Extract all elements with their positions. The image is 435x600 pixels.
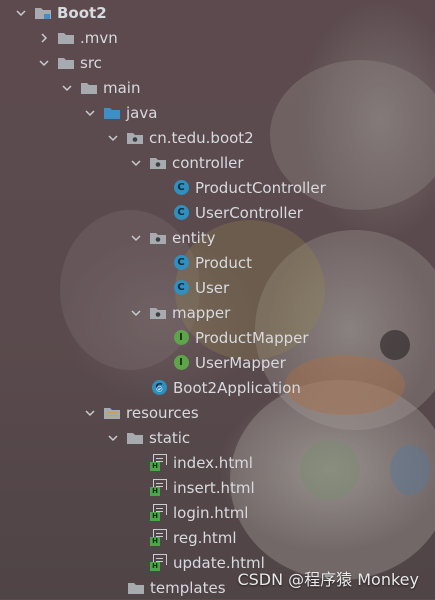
chevron-down-icon[interactable] bbox=[129, 306, 143, 320]
chevron-down-icon[interactable] bbox=[106, 131, 120, 145]
html-file-icon: H bbox=[150, 554, 168, 571]
chevron-down-icon[interactable] bbox=[129, 231, 143, 245]
tree-item-label: ProductController bbox=[195, 178, 326, 197]
tree-item-resources[interactable]: resources bbox=[0, 400, 435, 425]
tree-item-label: Boot2 bbox=[57, 3, 107, 22]
folder-icon bbox=[57, 30, 75, 46]
class-icon: C bbox=[172, 280, 190, 296]
tree-item-insert-html[interactable]: H insert.html bbox=[0, 475, 435, 500]
class-icon: C bbox=[172, 205, 190, 221]
tree-item-static[interactable]: static bbox=[0, 425, 435, 450]
tree-item-label: insert.html bbox=[173, 478, 255, 497]
folder-icon bbox=[127, 580, 145, 596]
project-tree: Boot2 .mvn src main java cn.tedu.boot2 c… bbox=[0, 0, 435, 599]
chevron-down-icon[interactable] bbox=[37, 56, 51, 70]
folder-icon bbox=[80, 80, 98, 96]
tree-item-label: cn.tedu.boot2 bbox=[149, 128, 254, 147]
chevron-down-icon[interactable] bbox=[83, 406, 97, 420]
module-folder-icon bbox=[34, 5, 52, 21]
folder-icon bbox=[126, 430, 144, 446]
package-icon bbox=[149, 305, 167, 321]
tree-item-product-mapper[interactable]: I ProductMapper bbox=[0, 325, 435, 350]
chevron-down-icon[interactable] bbox=[60, 81, 74, 95]
tree-item-label: UserMapper bbox=[195, 353, 286, 372]
tree-item-user[interactable]: C User bbox=[0, 275, 435, 300]
tree-item-java[interactable]: java bbox=[0, 100, 435, 125]
interface-icon: I bbox=[172, 330, 190, 346]
tree-item-label: java bbox=[126, 103, 158, 122]
tree-item-label: mapper bbox=[172, 303, 231, 322]
folder-icon bbox=[57, 55, 75, 71]
tree-item-label: login.html bbox=[173, 503, 249, 522]
tree-item-label: src bbox=[80, 53, 102, 72]
tree-item-label: .mvn bbox=[80, 28, 118, 47]
tree-item-controller[interactable]: controller bbox=[0, 150, 435, 175]
html-file-icon: H bbox=[150, 529, 168, 546]
tree-item-entity[interactable]: entity bbox=[0, 225, 435, 250]
tree-item-label: reg.html bbox=[173, 528, 237, 547]
class-icon: C bbox=[172, 255, 190, 271]
tree-item-product[interactable]: C Product bbox=[0, 250, 435, 275]
tree-item-label: resources bbox=[126, 403, 199, 422]
tree-item-boot2[interactable]: Boot2 bbox=[0, 0, 435, 25]
tree-item-mapper[interactable]: mapper bbox=[0, 300, 435, 325]
tree-item-boot2-application[interactable]: C Boot2Application bbox=[0, 375, 435, 400]
tree-item-label: templates bbox=[150, 578, 226, 597]
tree-item-login-html[interactable]: H login.html bbox=[0, 500, 435, 525]
tree-item-label: entity bbox=[172, 228, 216, 247]
tree-item-label: UserController bbox=[195, 203, 303, 222]
spring-boot-app-icon: C bbox=[150, 380, 168, 396]
tree-item-user-controller[interactable]: C UserController bbox=[0, 200, 435, 225]
chevron-down-icon[interactable] bbox=[83, 106, 97, 120]
tree-item-reg-html[interactable]: H reg.html bbox=[0, 525, 435, 550]
tree-item-index-html[interactable]: H index.html bbox=[0, 450, 435, 475]
source-root-folder-icon bbox=[103, 105, 121, 121]
tree-item-main[interactable]: main bbox=[0, 75, 435, 100]
tree-item-package[interactable]: cn.tedu.boot2 bbox=[0, 125, 435, 150]
tree-item-label: User bbox=[195, 278, 230, 297]
html-file-icon: H bbox=[150, 479, 168, 496]
tree-item-label: Product bbox=[195, 253, 252, 272]
package-icon bbox=[126, 130, 144, 146]
tree-item-user-mapper[interactable]: I UserMapper bbox=[0, 350, 435, 375]
tree-item-src[interactable]: src bbox=[0, 50, 435, 75]
chevron-down-icon[interactable] bbox=[106, 431, 120, 445]
tree-item-product-controller[interactable]: C ProductController bbox=[0, 175, 435, 200]
csdn-watermark: CSDN @程序猿 Monkey bbox=[237, 570, 419, 589]
chevron-down-icon[interactable] bbox=[14, 6, 28, 20]
tree-item-label: ProductMapper bbox=[195, 328, 309, 347]
tree-item-label: controller bbox=[172, 153, 244, 172]
tree-item-mvn[interactable]: .mvn bbox=[0, 25, 435, 50]
tree-item-label: index.html bbox=[173, 453, 253, 472]
resources-root-folder-icon bbox=[103, 405, 121, 421]
chevron-down-icon[interactable] bbox=[129, 156, 143, 170]
html-file-icon: H bbox=[150, 454, 168, 471]
html-file-icon: H bbox=[150, 504, 168, 521]
package-icon bbox=[149, 155, 167, 171]
chevron-right-icon[interactable] bbox=[37, 31, 51, 45]
interface-icon: I bbox=[172, 355, 190, 371]
package-icon bbox=[149, 230, 167, 246]
tree-item-label: Boot2Application bbox=[173, 378, 301, 397]
tree-item-label: main bbox=[103, 78, 141, 97]
class-icon: C bbox=[172, 180, 190, 196]
tree-item-label: static bbox=[149, 428, 191, 447]
